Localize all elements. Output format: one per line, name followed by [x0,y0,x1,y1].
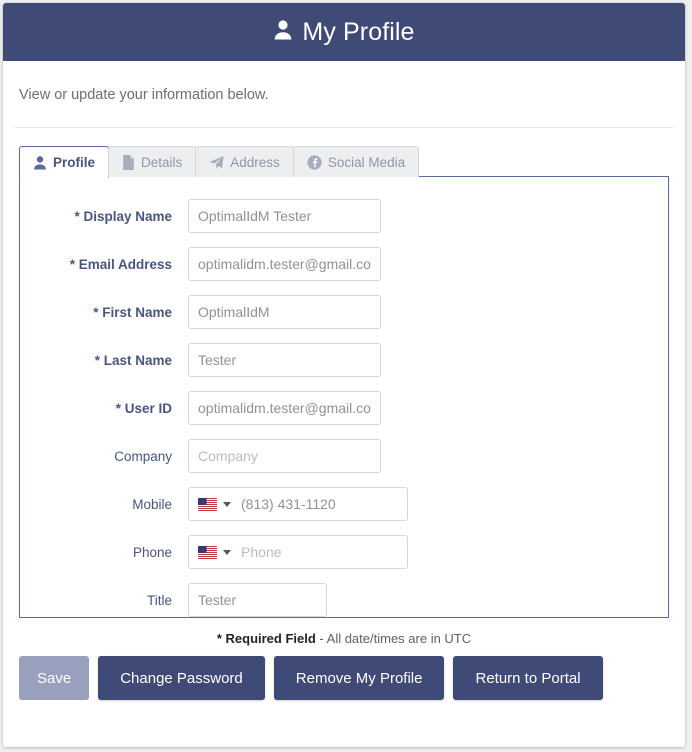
page-header: My Profile [3,3,685,61]
field-row-email-address: * Email Address [20,247,668,281]
required-marker: * [69,256,79,272]
header-content: My Profile [273,19,414,45]
us-flag-icon [198,545,217,559]
field-row-mobile: Mobile [20,487,668,521]
field-row-title: Title [20,583,668,617]
tab-label: Profile [53,154,96,170]
first-name-input[interactable] [188,295,381,329]
tab-label: Details [141,154,183,170]
change-password-button[interactable]: Change Password [98,656,265,700]
last-name-input[interactable] [188,343,381,377]
label-text: First Name [102,304,172,320]
chevron-down-icon [223,549,231,555]
required-note-rest: - All date/times are in UTC [315,631,472,646]
profile-card: My Profile View or update your informati… [3,3,685,747]
mobile-input[interactable] [239,488,407,520]
label-text: Display Name [83,208,172,224]
subtitle-area: View or update your information below. [3,61,685,103]
save-button[interactable]: Save [19,656,90,700]
us-flag-icon [198,497,217,511]
mobile-country-select[interactable] [189,488,239,520]
field-row-first-name: * First Name [20,295,668,329]
field-row-last-name: * Last Name [20,343,668,377]
tab-social-media[interactable]: Social Media [292,146,420,177]
required-marker: * [115,400,125,416]
tab-profile[interactable]: Profile [19,146,110,178]
facebook-icon [307,154,322,170]
document-icon [122,154,135,170]
tab-bar: Profile Details Address Social Media [19,145,669,178]
label-text: Email Address [78,256,172,272]
page-title: My Profile [302,17,415,46]
return-to-portal-button[interactable]: Return to Portal [453,656,603,700]
field-label-user-id: * User ID [20,401,188,416]
phone-input[interactable] [239,536,407,568]
profile-page: My Profile View or update your informati… [0,0,692,752]
label-text: User ID [124,400,172,416]
field-label-title: Title [146,592,172,608]
field-label-display-name: * Display Name [20,209,188,224]
label-text: Last Name [103,352,172,368]
tab-label: Address [230,154,280,170]
action-button-bar: Save Change Password Remove My Profile R… [3,646,685,700]
user-icon [273,19,293,45]
required-marker: * [93,304,103,320]
email-address-input[interactable] [188,247,381,281]
field-row-phone: Phone [20,535,668,569]
field-label-email-address: * Email Address [20,257,188,272]
field-label-mobile: Mobile [132,496,172,512]
field-label-first-name: * First Name [20,305,188,320]
tab-label: Social Media [327,154,406,170]
remove-my-profile-button[interactable]: Remove My Profile [273,656,445,700]
title-input[interactable] [188,583,327,617]
phone-group [188,535,408,569]
display-name-input[interactable] [188,199,381,233]
page-subtitle: View or update your information below. [19,87,269,103]
field-row-company: Company [20,439,668,473]
tab-details[interactable]: Details [108,146,197,177]
profile-form-panel: * Display Name * Email Address * First N… [19,177,669,618]
field-row-display-name: * Display Name [20,199,668,233]
paper-plane-icon [209,155,224,170]
mobile-phone-group [188,487,408,521]
phone-country-select[interactable] [189,536,239,568]
section-divider [15,127,673,128]
field-label-last-name: * Last Name [20,353,188,368]
field-row-user-id: * User ID [20,391,668,425]
chevron-down-icon [223,501,231,507]
field-label-company: Company [114,448,172,464]
required-field-note: * Required Field - All date/times are in… [3,631,685,646]
required-note-bold: * Required Field [216,631,316,646]
user-id-input[interactable] [188,391,381,425]
user-icon [33,155,47,170]
company-input[interactable] [188,439,381,473]
field-label-phone: Phone [132,544,172,560]
tab-address[interactable]: Address [195,146,294,177]
required-marker: * [94,352,104,368]
